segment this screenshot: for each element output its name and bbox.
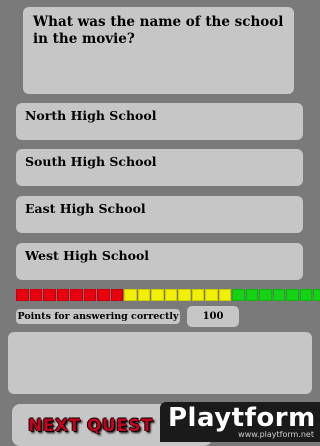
timer-segment [272, 289, 285, 301]
timer-segment [137, 289, 150, 301]
timer-segment [191, 289, 204, 301]
answer-label: East High School [25, 201, 146, 216]
timer-segment [110, 289, 123, 301]
feedback-panel [8, 332, 312, 394]
answer-button-2[interactable]: South High School [16, 149, 303, 186]
answer-button-4[interactable]: West High School [16, 243, 303, 280]
timer-segment [151, 289, 164, 301]
answer-label: West High School [25, 248, 150, 263]
timer-segment [313, 289, 320, 301]
answer-button-1[interactable]: North High School [16, 103, 303, 140]
timer-segment [56, 289, 69, 301]
timer-segment [178, 289, 191, 301]
timer-segment [205, 289, 218, 301]
timer-segment [43, 289, 56, 301]
question-text: What was the name of the school in the m… [33, 14, 284, 47]
answer-label: North High School [25, 108, 157, 123]
timer-segment [16, 289, 29, 301]
answer-button-3[interactable]: East High School [16, 196, 303, 233]
timer-segment [164, 289, 177, 301]
timer-segment [97, 289, 110, 301]
points-value: 100 [187, 306, 239, 327]
timer-segment [29, 289, 42, 301]
timer-segment [218, 289, 231, 301]
timer-segment [124, 289, 137, 301]
timer-segment [286, 289, 299, 301]
timer-segment [232, 289, 245, 301]
next-question-label: NEXT QUEST [28, 416, 154, 436]
timer-segment [70, 289, 83, 301]
question-panel: What was the name of the school in the m… [23, 7, 294, 94]
timer-segment [83, 289, 96, 301]
timer-segment [299, 289, 312, 301]
watermark-url: www.playtform.net [238, 430, 314, 439]
watermark: Playtform www.playtform.net [160, 402, 320, 442]
points-label: Points for answering correctly [16, 309, 180, 324]
answer-label: South High School [25, 154, 157, 169]
timer-segment [259, 289, 272, 301]
timer-segment [245, 289, 258, 301]
timer-meter [16, 289, 320, 301]
